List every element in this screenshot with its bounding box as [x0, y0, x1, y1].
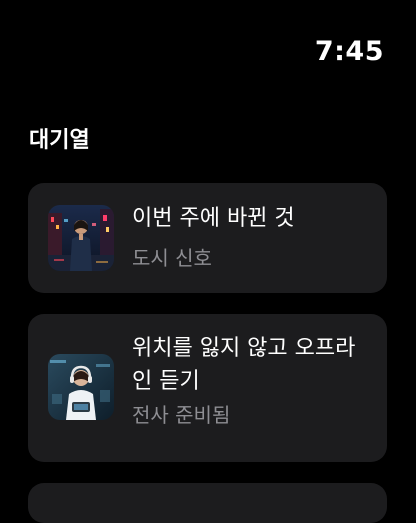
queue-item-subtitle: 전사 준비됨 [132, 403, 231, 427]
queue-item[interactable] [28, 483, 387, 523]
queue-item-subtitle: 도시 신호 [132, 246, 212, 270]
queue-item-title: 이번 주에 바뀐 것 [132, 206, 295, 231]
queue-item-title: 위치를 잃지 않고 오프라인 듣기 [132, 336, 356, 394]
status-time: 7:45 [314, 36, 384, 67]
person-with-headphones-artwork [48, 354, 114, 420]
rainy-city-night-artwork [48, 205, 114, 271]
queue-item[interactable]: 이번 주에 바뀐 것 도시 신호 [28, 183, 387, 293]
queue-heading: 대기열 [29, 128, 90, 153]
queue-item[interactable]: 위치를 잃지 않고 오프라인 듣기 전사 준비됨 [28, 314, 387, 462]
